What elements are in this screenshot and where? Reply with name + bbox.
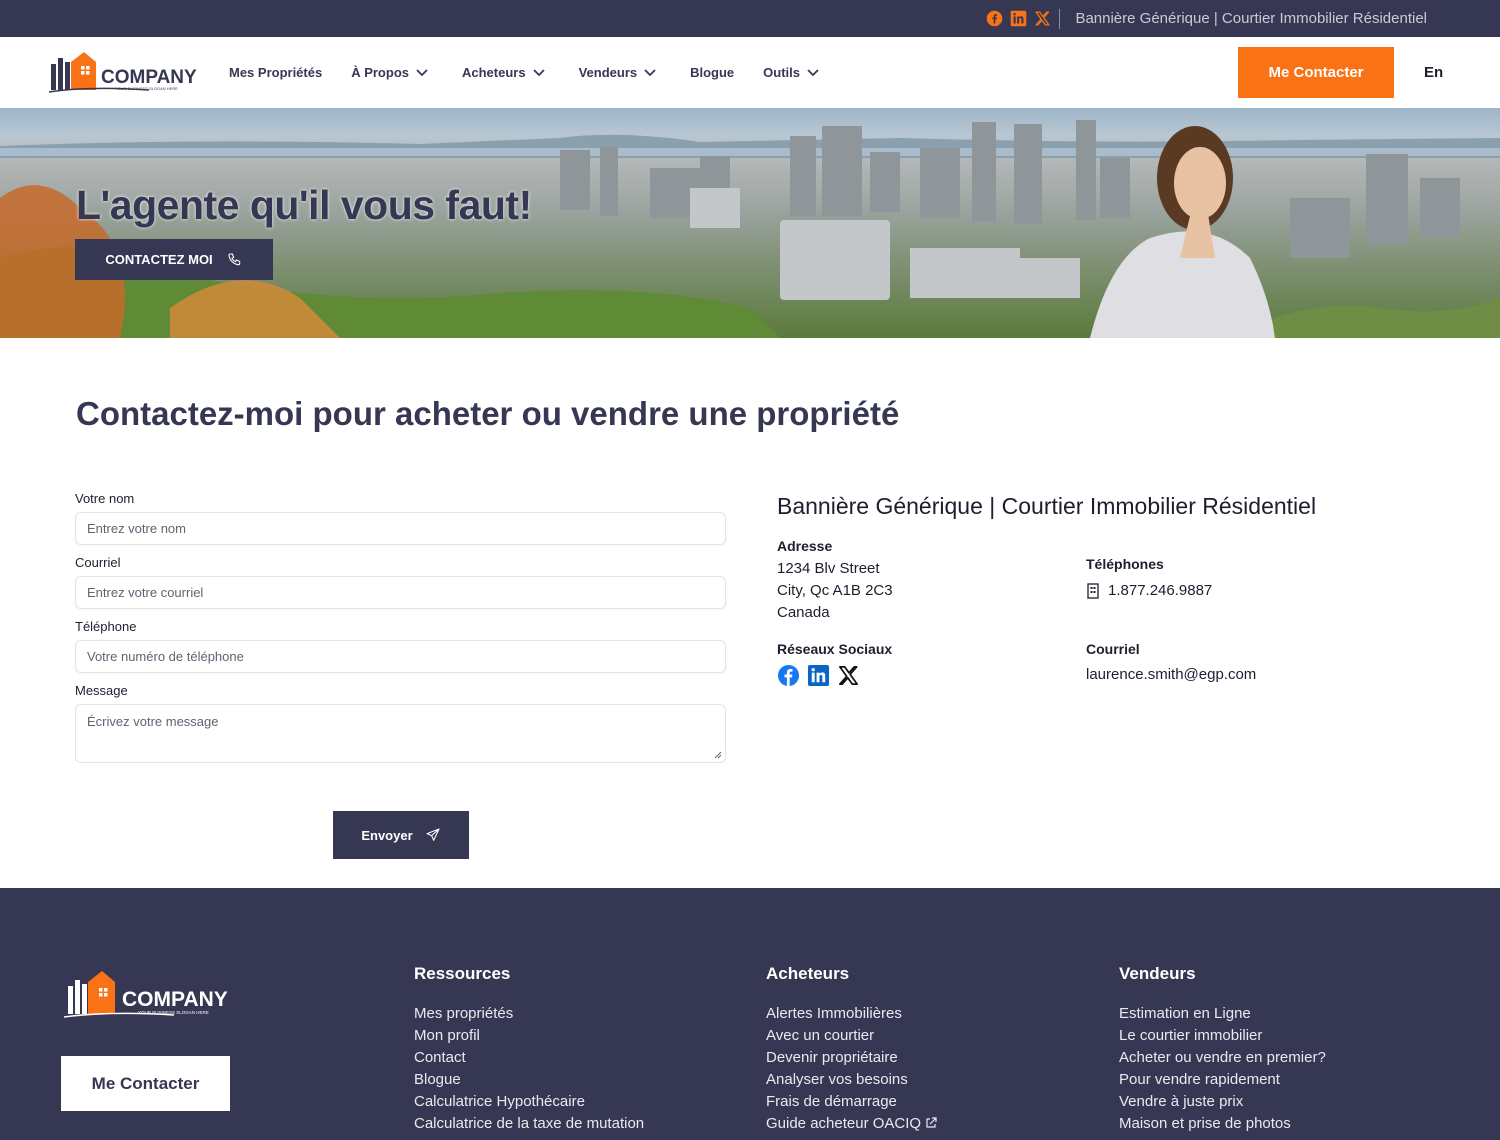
phone-number: 1.877.246.9887 bbox=[1108, 582, 1213, 599]
send-icon bbox=[426, 828, 440, 841]
chevron-down-icon bbox=[416, 69, 428, 77]
top-bar: Bannière Générique | Courtier Immobilier… bbox=[0, 0, 1500, 37]
footer-link[interactable]: Vendre à juste prix bbox=[1119, 1091, 1326, 1113]
footer-column-acheteurs: Acheteurs Alertes Immobilières Avec un c… bbox=[766, 964, 937, 1135]
nav-label: Blogue bbox=[690, 64, 735, 80]
footer-link[interactable]: Acheter ou vendre en premier? bbox=[1119, 1047, 1326, 1069]
footer-link[interactable]: Mes propriétés bbox=[414, 1003, 644, 1025]
nav-menu: Mes Propriétés À Propos Acheteurs Vendeu… bbox=[229, 58, 820, 86]
footer-link[interactable]: Calculatrice de la taxe de mutation bbox=[414, 1113, 644, 1135]
language-switch[interactable]: En bbox=[1424, 64, 1443, 81]
contact-heading: Contactez-moi pour acheter ou vendre une… bbox=[76, 395, 900, 432]
nav-label: Outils bbox=[763, 64, 801, 80]
phones-heading: Téléphones bbox=[1086, 556, 1164, 572]
nav-label: Acheteurs bbox=[462, 64, 526, 80]
message-placeholder: Écrivez votre message bbox=[87, 714, 219, 729]
email-link[interactable]: laurence.smith@egp.com bbox=[1086, 666, 1256, 683]
message-label: Message bbox=[75, 683, 128, 698]
footer-link[interactable]: Maison et prise de photos bbox=[1119, 1113, 1326, 1135]
x-icon[interactable] bbox=[1033, 10, 1051, 28]
linkedin-icon[interactable] bbox=[807, 664, 830, 687]
nav-label: À Propos bbox=[351, 64, 409, 80]
svg-text:COMPANY: COMPANY bbox=[122, 988, 228, 1011]
email-input[interactable]: Entrez votre courriel bbox=[75, 576, 726, 609]
phone-input[interactable]: Votre numéro de téléphone bbox=[75, 640, 726, 673]
message-textarea[interactable]: Écrivez votre message bbox=[75, 704, 726, 763]
email-heading: Courriel bbox=[1086, 641, 1140, 657]
footer-column-title: Acheteurs bbox=[766, 964, 850, 983]
footer-link[interactable]: Analyser vos besoins bbox=[766, 1069, 937, 1091]
name-label: Votre nom bbox=[75, 491, 135, 506]
footer-link-external[interactable]: Guide acheteur OACIQ bbox=[766, 1113, 937, 1135]
submit-label: Envoyer bbox=[361, 827, 413, 843]
phone-row[interactable]: 1.877.246.9887 bbox=[1086, 582, 1212, 599]
x-icon[interactable] bbox=[837, 664, 860, 687]
address-line3: Canada bbox=[777, 604, 830, 621]
footer-link-label: Guide acheteur OACIQ bbox=[766, 1115, 922, 1132]
social-links bbox=[777, 664, 860, 687]
nav-item-vendeurs[interactable]: Vendeurs bbox=[579, 58, 658, 86]
footer-link[interactable]: Blogue bbox=[414, 1069, 644, 1091]
footer-link[interactable]: Contact bbox=[414, 1047, 644, 1069]
hero-button-label: CONTACTEZ MOI bbox=[105, 252, 213, 267]
footer-link[interactable]: Alertes Immobilières bbox=[766, 1003, 937, 1025]
svg-text:COMPANY: COMPANY bbox=[101, 67, 197, 88]
footer-link[interactable]: Devenir propriétaire bbox=[766, 1047, 937, 1069]
company-logo[interactable]: COMPANY YOUR BUSINESS SLOGAN HERE bbox=[48, 50, 209, 94]
submit-button[interactable]: Envoyer bbox=[333, 811, 469, 859]
address-line1: 1234 Blv Street bbox=[777, 560, 880, 577]
name-input[interactable]: Entrez votre nom bbox=[75, 512, 726, 545]
footer-link[interactable]: Le courtier immobilier bbox=[1119, 1025, 1326, 1047]
footer-link[interactable]: Calculatrice Hypothécaire bbox=[414, 1091, 644, 1113]
social-heading: Réseaux Sociaux bbox=[777, 641, 893, 657]
footer-link[interactable]: Frais de démarrage bbox=[766, 1091, 937, 1113]
footer-column-title: Vendeurs bbox=[1119, 964, 1196, 983]
footer-logo[interactable]: COMPANY YOUR BUSINESS SLOGAN HERE bbox=[63, 968, 244, 1020]
nav-item-acheteurs[interactable]: Acheteurs bbox=[462, 58, 546, 86]
hero-title: L'agente qu'il vous faut! bbox=[76, 182, 532, 228]
resize-grip-icon[interactable] bbox=[714, 751, 722, 759]
footer-link[interactable]: Mon profil bbox=[414, 1025, 644, 1047]
header-contact-button[interactable]: Me Contacter bbox=[1238, 47, 1394, 98]
chevron-down-icon bbox=[644, 69, 656, 77]
facebook-icon[interactable] bbox=[777, 664, 800, 687]
footer-contact-button[interactable]: Me Contacter bbox=[61, 1056, 230, 1111]
hero-banner: L'agente qu'il vous faut! CONTACTEZ MOI bbox=[0, 108, 1500, 338]
address-heading: Adresse bbox=[777, 538, 833, 554]
facebook-icon[interactable] bbox=[985, 10, 1003, 28]
agency-title: Bannière Générique | Courtier Immobilier… bbox=[777, 493, 1317, 519]
footer-link[interactable]: Estimation en Ligne bbox=[1119, 1003, 1326, 1025]
footer-link[interactable]: Avec un courtier bbox=[766, 1025, 937, 1047]
address-line2: City, Qc A1B 2C3 bbox=[777, 582, 893, 599]
external-link-icon bbox=[926, 1117, 937, 1128]
svg-text:YOUR BUSINESS SLOGAN HERE: YOUR BUSINESS SLOGAN HERE bbox=[138, 1010, 209, 1015]
phone-label: Téléphone bbox=[75, 619, 137, 634]
footer-column-vendeurs: Vendeurs Estimation en Ligne Le courtier… bbox=[1119, 964, 1326, 1135]
email-label: Courriel bbox=[75, 555, 121, 570]
svg-text:YOUR BUSINESS SLOGAN HERE: YOUR BUSINESS SLOGAN HERE bbox=[115, 86, 178, 91]
nav-item-outils[interactable]: Outils bbox=[763, 58, 820, 86]
chevron-down-icon bbox=[532, 69, 545, 77]
nav-item-a-propos[interactable]: À Propos bbox=[351, 58, 429, 86]
top-social-links bbox=[985, 8, 1061, 29]
nav-item-mes-proprietes[interactable]: Mes Propriétés bbox=[229, 58, 322, 86]
footer-column-ressources: Ressources Mes propriétés Mon profil Con… bbox=[414, 964, 644, 1135]
contact-form: Votre nom Entrez votre nom Courriel Entr… bbox=[75, 489, 726, 763]
hero-contact-button[interactable]: CONTACTEZ MOI bbox=[75, 239, 273, 280]
top-brand-text: Bannière Générique | Courtier Immobilier… bbox=[1075, 10, 1427, 27]
footer-link[interactable]: Pour vendre rapidement bbox=[1119, 1069, 1326, 1091]
nav-item-blogue[interactable]: Blogue bbox=[690, 58, 734, 86]
linkedin-icon[interactable] bbox=[1009, 10, 1027, 28]
chevron-down-icon bbox=[807, 69, 819, 77]
nav-label: Vendeurs bbox=[578, 64, 638, 80]
phone-icon bbox=[228, 252, 240, 265]
building-icon bbox=[1087, 582, 1099, 599]
footer-column-title: Ressources bbox=[414, 964, 511, 983]
nav-label: Mes Propriétés bbox=[229, 64, 323, 80]
